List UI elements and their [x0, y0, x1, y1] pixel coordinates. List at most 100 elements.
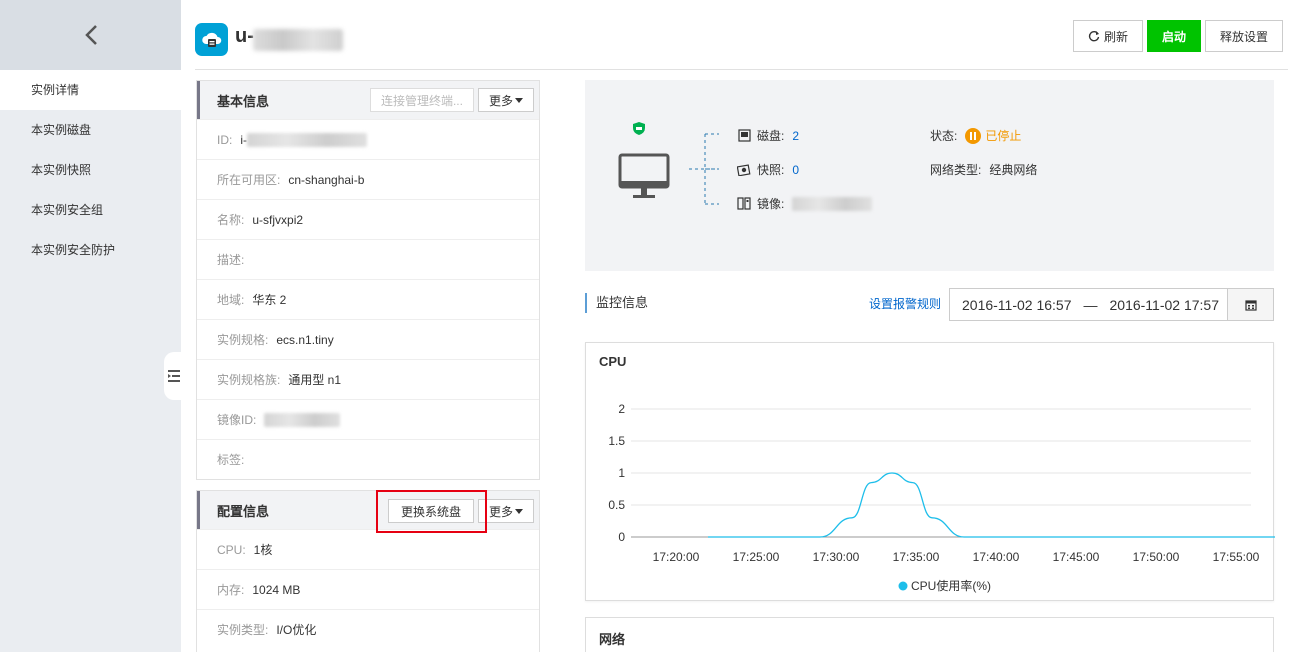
date-end: 2016-11-02 17:57 [1109, 296, 1220, 313]
basic-more-button[interactable]: 更多 [477, 88, 534, 112]
info-key: 实例规格: [217, 333, 269, 347]
calendar-icon [1244, 299, 1257, 311]
menu-collapse-icon [168, 370, 180, 382]
refresh-label: 刷新 [1103, 29, 1128, 44]
redacted-value [247, 132, 368, 147]
page-title: u- [235, 25, 254, 47]
x-tick-label: 17:20:00 [653, 550, 700, 564]
start-button[interactable]: 启动 [1146, 20, 1201, 52]
info-key: 地域: [217, 293, 245, 307]
x-tick-label: 17:35:00 [893, 550, 940, 564]
info-key: 镜像ID: [217, 413, 257, 427]
redacted-value [264, 412, 341, 427]
disk-label: 磁盘: [757, 129, 785, 143]
info-row-description: 描述: [197, 239, 539, 279]
x-tick-label: 17:30:00 [813, 550, 860, 564]
config-info-title: 配置信息 [217, 503, 270, 519]
info-value: ecs.n1.tiny [276, 332, 334, 347]
calendar-button[interactable] [1227, 289, 1273, 320]
caret-down-icon [515, 97, 523, 103]
info-key: 描述: [217, 253, 245, 267]
pause-icon [965, 127, 982, 144]
chevron-left-icon [84, 25, 97, 45]
config-key: 实例类型: [217, 623, 269, 637]
config-value: I/O优化 [276, 623, 317, 637]
basic-info-title: 基本信息 [217, 93, 270, 109]
date-separator: — [1083, 296, 1098, 313]
sidebar-collapse-handle[interactable] [164, 352, 184, 400]
snapshot-count-link[interactable]: 0 [792, 163, 799, 177]
legend-label[interactable]: CPU使用率(%) [911, 578, 991, 593]
config-info-panel: 配置信息 更换系统盘 更多 CPU: 1核 内存: 1024 MB 实例类型: … [196, 490, 540, 652]
date-start: 2016-11-02 16:57 [962, 296, 1072, 313]
snapshot-icon [737, 164, 751, 176]
more-label: 更多 [488, 504, 513, 519]
config-key: 内存: [217, 583, 245, 597]
config-row-memory: 内存: 1024 MB [197, 569, 539, 609]
y-tick-label: 1.5 [608, 434, 625, 448]
redacted-image-name [792, 196, 873, 211]
config-row-instance-type: 实例类型: I/O优化 [197, 609, 539, 649]
monitor-section-title: 监控信息 [585, 293, 648, 313]
info-key: ID: [217, 132, 233, 147]
overview-network-type: 网络类型: 经典网络 [930, 161, 1037, 178]
connector-lines [689, 133, 719, 205]
sidebar: 实例详情 本实例磁盘 本实例快照 本实例安全组 本实例安全防护 [0, 0, 181, 652]
y-tick-label: 0.5 [608, 498, 625, 512]
release-settings-button[interactable]: 释放设置 [1204, 20, 1283, 52]
back-button[interactable] [0, 0, 181, 70]
info-row-zone: 所在可用区: cn-shanghai-b [197, 159, 539, 199]
disk-icon [737, 129, 751, 142]
sidebar-item-snapshots[interactable]: 本实例快照 [0, 150, 181, 190]
refresh-icon [1088, 31, 1100, 42]
status-label: 状态: [930, 129, 958, 143]
info-row-id: ID: i- [197, 119, 539, 159]
info-key: 名称: [217, 213, 245, 227]
y-tick-label: 0 [618, 530, 625, 544]
overview-snapshot: 快照: 0 [737, 161, 799, 178]
network-chart: 网络 [585, 617, 1274, 652]
info-value: u-sfjvxpi2 [252, 212, 304, 227]
info-value: i- [240, 132, 248, 147]
sidebar-item-instance-detail[interactable]: 实例详情 [0, 70, 181, 110]
refresh-button[interactable]: 刷新 [1072, 20, 1143, 52]
network-chart-title: 网络 [599, 632, 626, 647]
config-value: 1024 MB [252, 582, 301, 597]
connect-terminal-button[interactable]: 连接管理终端... [369, 88, 474, 112]
config-row-cpu: CPU: 1核 [197, 529, 539, 569]
change-system-disk-button[interactable]: 更换系统盘 [387, 499, 474, 523]
cpu-chart-svg: 0 0.5 1 1.5 2 17:20:00 17:25:00 17:30:00 17:35:0… [608, 402, 1275, 593]
image-icon [737, 197, 751, 210]
sidebar-item-security-protection[interactable]: 本实例安全防护 [0, 230, 181, 270]
y-tick-label: 1 [618, 466, 625, 480]
info-row-tags: 标签: [197, 439, 539, 479]
info-value: cn-shanghai-b [288, 172, 365, 187]
legend-marker [898, 581, 908, 591]
x-tick-label: 17:25:00 [733, 550, 780, 564]
snapshot-label: 快照: [757, 163, 785, 177]
info-row-image-id: 镜像ID: [197, 399, 539, 439]
x-tick-label: 17:45:00 [1053, 550, 1100, 564]
info-key: 实例规格族: [217, 373, 281, 387]
set-alarm-rules-link[interactable]: 设置报警规则 [869, 295, 941, 312]
disk-count-link[interactable]: 2 [792, 129, 799, 143]
x-tick-label: 17:50:00 [1133, 550, 1180, 564]
info-row-region: 地域: 华东 2 [197, 279, 539, 319]
page-header: u- 刷新 启动 释放设置 [195, 0, 1288, 70]
sidebar-item-security-group[interactable]: 本实例安全组 [0, 190, 181, 230]
info-row-spec-family: 实例规格族: 通用型 n1 [197, 359, 539, 399]
instance-logo [195, 23, 228, 56]
network-type-value: 经典网络 [989, 163, 1038, 177]
sidebar-item-disks[interactable]: 本实例磁盘 [0, 110, 181, 150]
config-value: 1核 [253, 543, 273, 557]
config-key: CPU: [217, 542, 246, 557]
x-tick-label: 17:55:00 [1213, 550, 1260, 564]
config-more-button[interactable]: 更多 [477, 499, 534, 523]
basic-info-panel: 基本信息 连接管理终端... 更多 ID: i- 所在可用区: cn-shang… [196, 80, 540, 480]
more-label: 更多 [488, 93, 513, 108]
date-range-picker[interactable]: 2016-11-02 16:57 — 2016-11-02 17:57 [949, 288, 1274, 321]
redacted-instance-id [253, 29, 343, 51]
image-label: 镜像: [757, 197, 785, 211]
cpu-chart: CPU 0 0.5 1 1.5 2 17:20:00 17:25:00 17:30:00 17:… [585, 342, 1275, 601]
instance-overview: 磁盘: 2 快照: 0 镜像: 状态: 已停止 网络类型: 经典网络 [585, 80, 1274, 271]
